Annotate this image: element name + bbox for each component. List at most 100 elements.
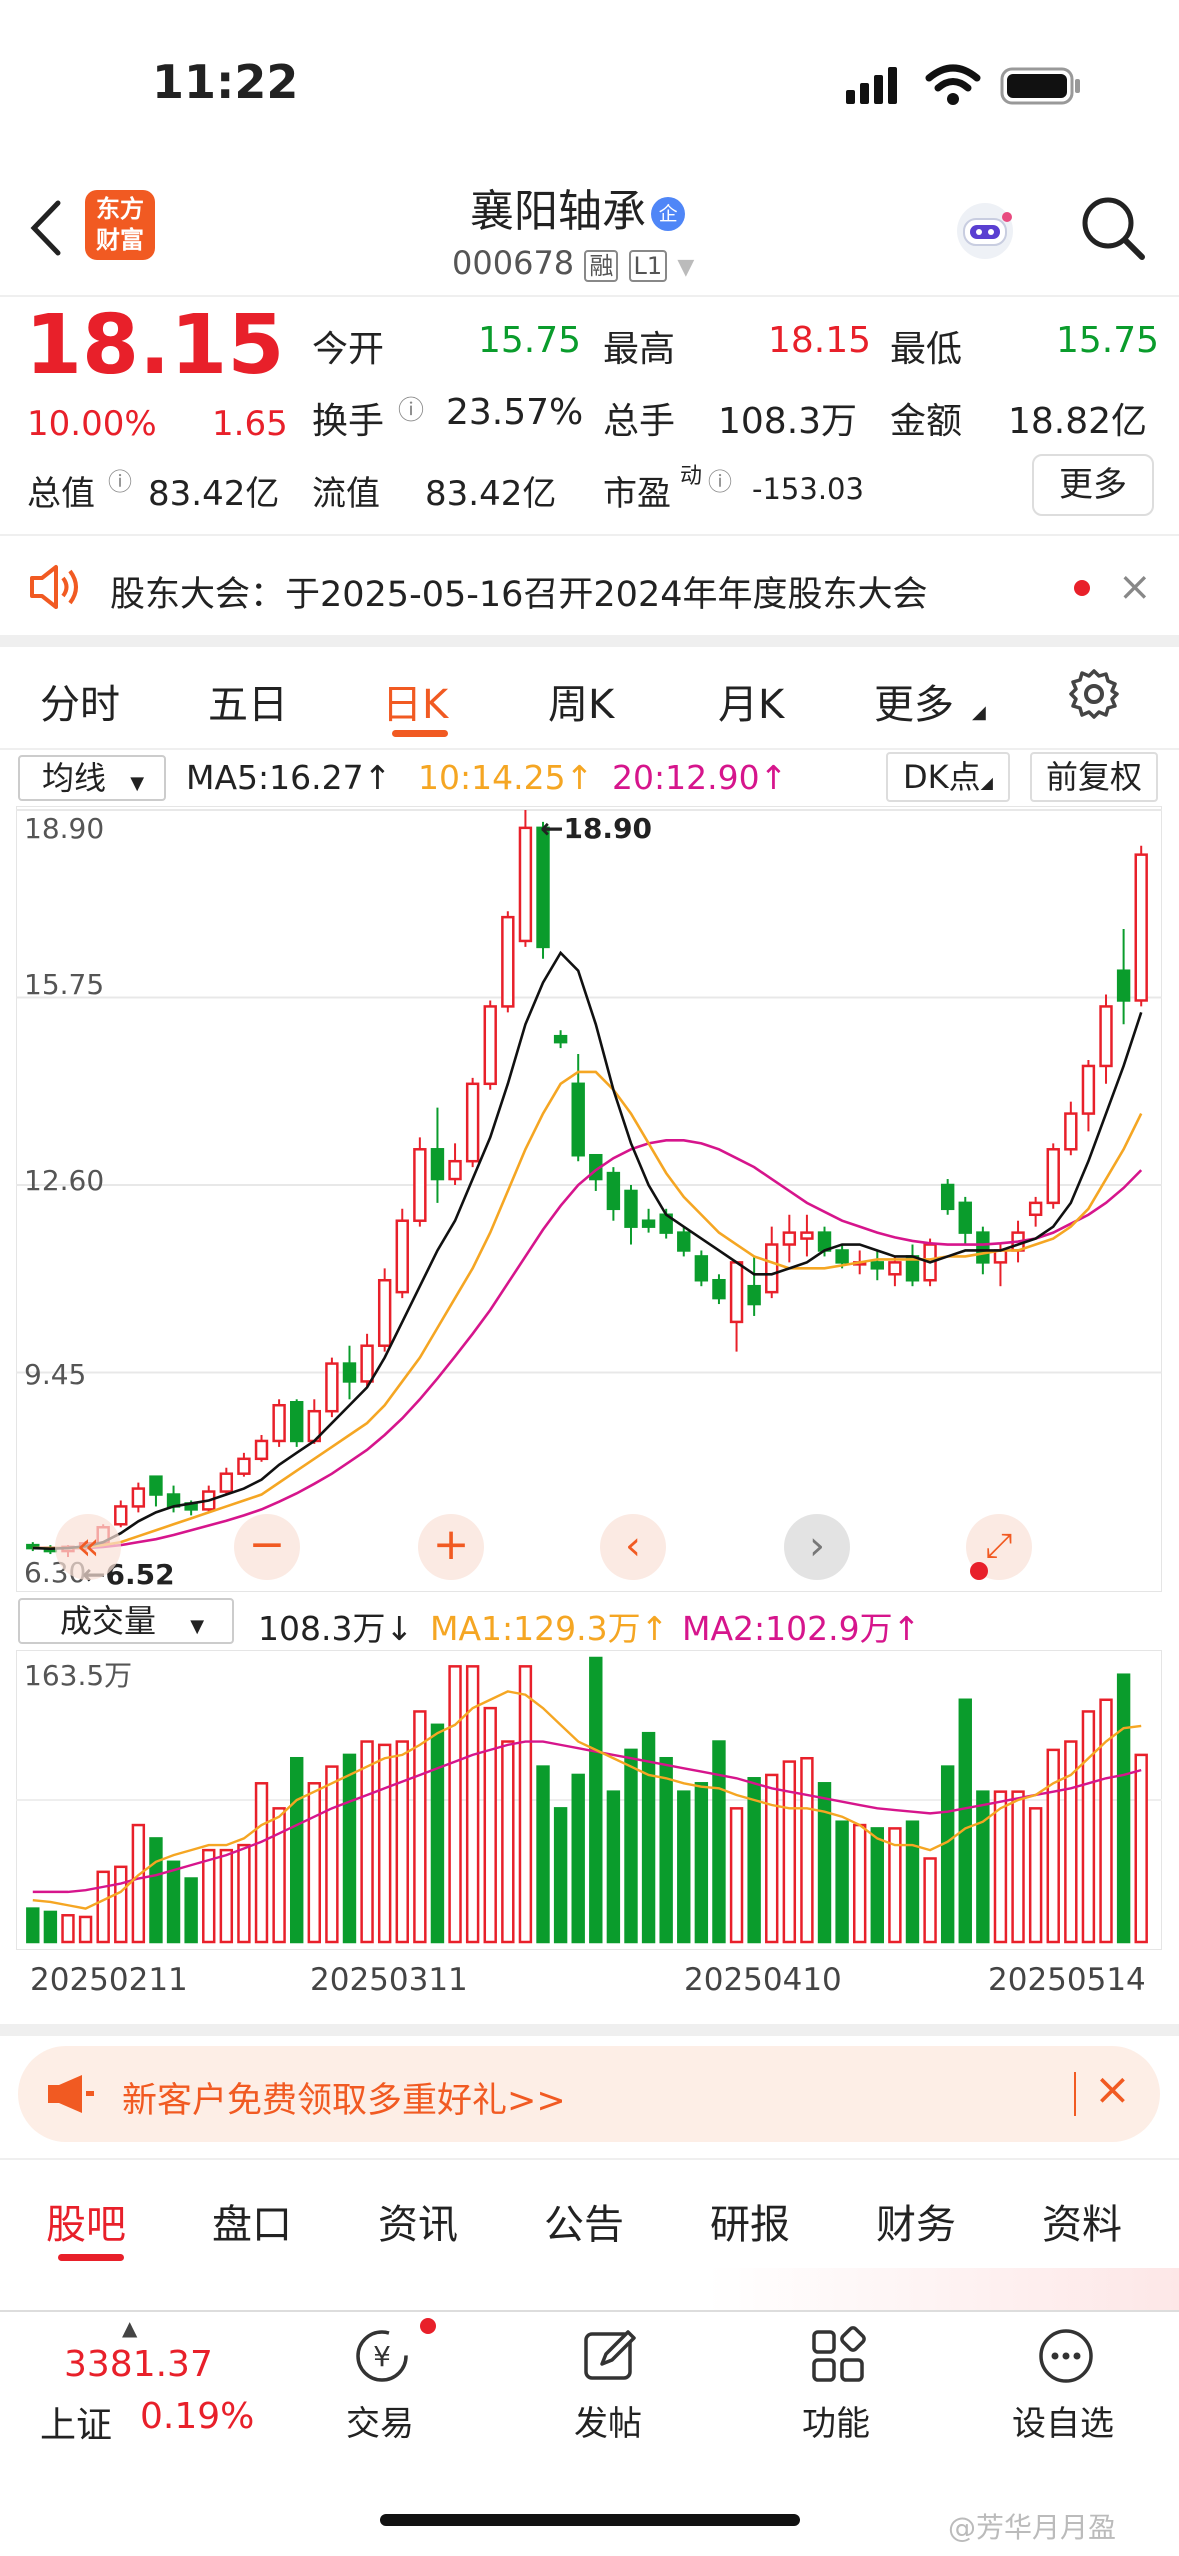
logo-line2: 财富: [96, 226, 144, 254]
high-value: 18.15: [768, 320, 872, 361]
high-mark: ←18.90: [540, 812, 653, 845]
tab-monthly-k[interactable]: 月K: [718, 672, 784, 730]
tab-five-day[interactable]: 五日: [208, 672, 288, 730]
ma5-line: [32, 950, 1143, 1550]
volume-bar: [1116, 1673, 1131, 1944]
index-name: 上证: [40, 2405, 113, 2446]
candle-body: [413, 1148, 427, 1222]
tab-more[interactable]: 更多: [874, 672, 954, 730]
chevron-right-button[interactable]: ›: [784, 1514, 850, 1580]
volume-bar: [729, 1807, 744, 1944]
tab-news[interactable]: 资讯: [378, 2192, 458, 2250]
grid-icon[interactable]: [806, 2324, 870, 2392]
price-tick-3: 9.45: [24, 1358, 87, 1391]
app-logo[interactable]: 东方 财富: [85, 190, 155, 260]
more-dots-icon[interactable]: [1034, 2324, 1098, 2392]
candle-body: [694, 1255, 709, 1282]
volume-bar: [976, 1790, 990, 1944]
volume-bar: [694, 1782, 709, 1944]
volume-selector-label: 成交量: [60, 1602, 157, 1640]
candle-body: [624, 1189, 638, 1228]
volume-bar: [624, 1748, 638, 1944]
volume-selector[interactable]: 成交量 ▼: [18, 1598, 234, 1644]
zoom-in-button[interactable]: +: [418, 1514, 484, 1580]
volume-bar: [114, 1865, 128, 1944]
open-value: 15.75: [478, 320, 582, 361]
search-icon[interactable]: [1078, 193, 1148, 267]
change-percent: 10.00%: [27, 404, 157, 444]
tab-profile[interactable]: 资料: [1042, 2192, 1122, 2250]
tab-research[interactable]: 研报: [710, 2192, 790, 2250]
dk-point-button[interactable]: DK点◢: [886, 752, 1010, 802]
tab-intraday[interactable]: 分时: [40, 672, 120, 730]
more-button[interactable]: 更多: [1032, 454, 1154, 516]
gear-icon[interactable]: [1066, 666, 1122, 726]
candlestick-chart[interactable]: [16, 806, 1162, 1592]
volume-bar: [782, 1760, 797, 1944]
compose-icon[interactable]: [578, 2324, 642, 2392]
tab-daily-k[interactable]: 日K: [382, 672, 448, 730]
chevron-down-icon[interactable]: ▼: [677, 255, 694, 280]
chevron-left-button[interactable]: ‹: [600, 1514, 666, 1580]
info-dots-icon[interactable]: ⓘ: [108, 462, 132, 497]
volume-chart[interactable]: [16, 1650, 1162, 1950]
candle-body: [149, 1475, 163, 1496]
content-peek: [0, 2268, 1179, 2312]
ma-selector[interactable]: 均线 ▼: [18, 755, 166, 801]
adjust-button[interactable]: 前复权: [1030, 752, 1158, 802]
robot-assistant-icon[interactable]: [950, 195, 1020, 269]
caret-down-icon: ▼: [130, 773, 145, 794]
nav-trade[interactable]: 交易: [346, 2396, 414, 2445]
candle-body: [360, 1344, 374, 1383]
close-icon[interactable]: ×: [1118, 564, 1152, 610]
candle-body: [817, 1231, 832, 1252]
candle-body: [501, 915, 515, 1008]
volume-bar: [589, 1656, 603, 1944]
volume-ma2: MA2:102.9万↑: [682, 1609, 921, 1648]
info-dots-icon[interactable]: ⓘ: [708, 462, 732, 497]
volume-bar: [1046, 1748, 1060, 1944]
open-label: 今开: [312, 329, 385, 370]
back-icon[interactable]: [26, 198, 66, 262]
nav-add-watchlist[interactable]: 设自选: [1012, 2396, 1114, 2445]
tab-announcements[interactable]: 公告: [544, 2192, 624, 2250]
volume-bar: [852, 1823, 867, 1944]
candle-body: [641, 1219, 656, 1228]
notice-text[interactable]: 股东大会：于2025-05-16召开2024年年度股东大会: [110, 566, 927, 617]
close-icon[interactable]: ×: [1094, 2064, 1131, 2115]
nav-functions[interactable]: 功能: [802, 2396, 870, 2445]
speaker-icon: [26, 562, 82, 616]
index-value[interactable]: 3381.37: [64, 2344, 213, 2385]
candle-body: [677, 1231, 691, 1252]
trade-icon[interactable]: ¥: [350, 2324, 414, 2392]
info-dots-icon[interactable]: ⓘ: [398, 390, 424, 427]
tab-guba[interactable]: 股吧: [46, 2192, 126, 2250]
volume-bar: [184, 1877, 198, 1944]
tab-finance[interactable]: 财务: [876, 2192, 956, 2250]
promo-text[interactable]: 新客户免费领取多重好礼>>: [122, 2072, 566, 2123]
volume-bar: [26, 1907, 40, 1944]
candle-body: [536, 826, 550, 949]
candle-body: [1081, 1064, 1096, 1115]
tab-weekly-k[interactable]: 周K: [548, 672, 614, 730]
tab-more-caret: ◢: [972, 702, 986, 723]
volume-bar: [571, 1773, 585, 1944]
chart-frame: [16, 806, 1162, 1592]
stock-code: 000678: [452, 244, 575, 282]
zoom-out-button[interactable]: −: [234, 1514, 300, 1580]
volume-bar: [518, 1665, 533, 1944]
volume-bar: [430, 1723, 445, 1944]
tab-order-book[interactable]: 盘口: [212, 2192, 292, 2250]
stock-title[interactable]: 襄阳轴承 企: [470, 175, 730, 239]
float-label: 流值: [312, 474, 380, 514]
candle-body: [289, 1401, 304, 1443]
volume-bar: [606, 1790, 621, 1944]
index-change: 0.19%: [140, 2396, 255, 2437]
volume-bar: [395, 1740, 409, 1944]
candle-body: [1134, 853, 1148, 1002]
candle-body: [465, 1082, 480, 1163]
volume-bar: [1011, 1790, 1025, 1944]
date-tick-0: 20250211: [30, 1962, 188, 1998]
nav-post[interactable]: 发帖: [574, 2396, 642, 2445]
scroll-left-fast-button[interactable]: «: [55, 1514, 121, 1580]
